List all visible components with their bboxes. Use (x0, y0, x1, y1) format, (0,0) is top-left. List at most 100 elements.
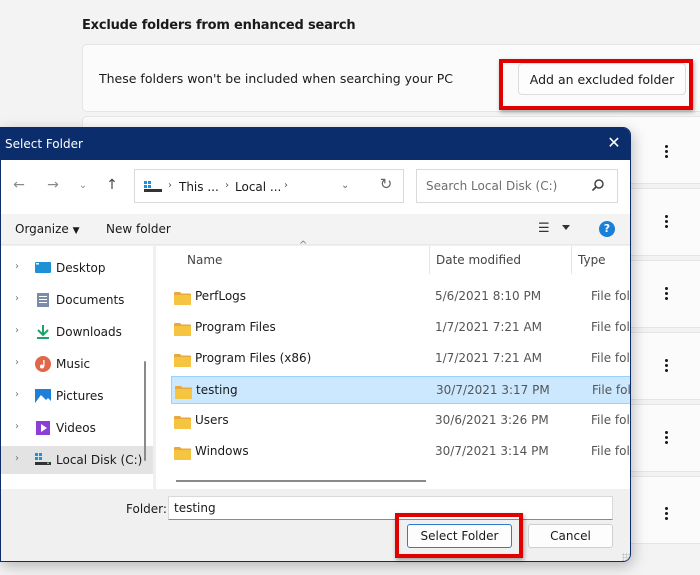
view-options-icon[interactable]: ☰ (538, 221, 550, 236)
column-header-name[interactable]: Name (156, 246, 429, 274)
nav-item-label: Desktop (56, 261, 106, 275)
nav-pane-scrollbar[interactable] (144, 361, 146, 461)
search-box (416, 169, 618, 203)
close-icon[interactable]: ✕ (604, 133, 624, 153)
file-type: File folder (591, 444, 630, 458)
kebab-vertical-icon[interactable] (663, 215, 669, 230)
folder-icon (174, 321, 191, 336)
nav-item-downloads[interactable]: › Downloads (1, 318, 153, 346)
kebab-vertical-icon[interactable] (663, 507, 669, 522)
file-name: Users (195, 413, 229, 427)
file-row[interactable]: testing 30/7/2021 3:17 PM File folder (171, 376, 631, 404)
section-title: Exclude folders from enhanced search (82, 18, 356, 33)
kebab-vertical-icon[interactable] (663, 431, 669, 446)
folder-icon (174, 290, 191, 305)
select-folder-dialog: Select Folder ✕ ← → ⌄ ↑ › This ... › Loc… (0, 127, 631, 562)
folder-name-input[interactable] (168, 496, 613, 520)
organize-label: Organize (15, 222, 69, 236)
file-type: File folder (592, 383, 631, 397)
resize-grip[interactable] (622, 553, 630, 561)
file-name: Program Files (x86) (195, 351, 312, 365)
command-toolbar: Organize ▼ New folder ☰ ? (1, 214, 630, 245)
file-name: testing (196, 383, 238, 397)
file-row[interactable]: PerfLogs 5/6/2021 8:10 PM File folder (171, 283, 630, 311)
videos-icon (35, 420, 51, 436)
refresh-icon[interactable]: ↻ (376, 175, 396, 193)
downloads-icon (35, 324, 51, 340)
navigation-bar: ← → ⌄ ↑ › This ... › Local ... › ⌄ ↻ (1, 160, 630, 214)
view-dropdown-icon[interactable] (562, 225, 570, 230)
chevron-down-icon[interactable]: ⌄ (73, 180, 93, 191)
file-date-modified: 1/7/2021 7:21 AM (435, 320, 543, 334)
folder-icon (175, 384, 192, 399)
kebab-vertical-icon[interactable] (663, 359, 669, 374)
kebab-vertical-icon[interactable] (663, 145, 669, 160)
address-bar[interactable]: › This ... › Local ... › ⌄ (134, 169, 404, 203)
nav-item-local-disk-c[interactable]: › Local Disk (C:) (1, 446, 153, 474)
dialog-footer: Folder: Select Folder Cancel (1, 491, 630, 561)
nav-item-music[interactable]: › Music (1, 350, 153, 378)
arrow-up-icon[interactable]: ↑ (102, 177, 122, 193)
folder-label: Folder: (126, 502, 167, 516)
file-name: PerfLogs (195, 289, 247, 303)
horizontal-scrollbar[interactable] (176, 480, 426, 482)
new-folder-button[interactable]: New folder (106, 222, 171, 236)
nav-item-videos[interactable]: › Videos (1, 414, 153, 442)
nav-item-label: Downloads (56, 325, 122, 339)
file-type: File folder (591, 320, 630, 334)
folder-icon (174, 445, 191, 460)
arrow-right-icon[interactable]: → (43, 177, 63, 193)
organize-menu[interactable]: Organize ▼ (15, 222, 80, 236)
chevron-right-icon[interactable]: › (15, 357, 19, 368)
chevron-right-icon[interactable]: › (15, 421, 19, 432)
search-icon[interactable] (591, 178, 605, 192)
card-description: These folders won't be included when sea… (99, 71, 453, 86)
file-name: Windows (195, 444, 249, 458)
nav-item-label: Documents (56, 293, 125, 307)
dialog-title: Select Folder (5, 137, 83, 151)
nav-item-documents[interactable]: › Documents (1, 286, 153, 314)
cancel-button[interactable]: Cancel (528, 524, 613, 548)
breadcrumb-separator: › (284, 180, 288, 191)
chevron-right-icon[interactable]: › (15, 453, 19, 464)
nav-item-desktop[interactable]: › Desktop (1, 254, 153, 282)
chevron-right-icon[interactable]: › (15, 261, 19, 272)
file-date-modified: 30/7/2021 3:14 PM (435, 444, 549, 458)
this-pc-icon (144, 181, 162, 192)
column-header-date-modified[interactable]: Date modified (429, 246, 571, 274)
file-row[interactable]: Program Files (x86) 1/7/2021 7:21 AM Fil… (171, 345, 630, 373)
column-header-type[interactable]: Type (571, 246, 630, 274)
breadcrumb-this-pc[interactable]: This ... (179, 180, 219, 194)
arrow-left-icon[interactable]: ← (9, 177, 29, 193)
chevron-right-icon[interactable]: › (15, 389, 19, 400)
highlight-select-folder-button (395, 513, 523, 558)
help-icon[interactable]: ? (599, 221, 615, 237)
caret-down-icon: ▼ (72, 226, 80, 236)
dialog-body: › Desktop › Documents › Downloads › Music › … (1, 240, 631, 491)
chevron-right-icon[interactable]: › (15, 325, 19, 336)
chevron-down-icon[interactable]: ⌄ (341, 180, 349, 191)
file-date-modified: 5/6/2021 8:10 PM (435, 289, 542, 303)
file-type: File folder (591, 413, 630, 427)
dialog-titlebar: Select Folder ✕ (1, 128, 630, 160)
file-row[interactable]: Program Files 1/7/2021 7:21 AM File fold… (171, 314, 630, 342)
search-input[interactable] (426, 179, 586, 193)
desktop-icon (35, 260, 51, 276)
local-disk-icon (35, 452, 51, 468)
file-row[interactable]: Users 30/6/2021 3:26 PM File folder (171, 407, 630, 435)
pictures-icon (35, 388, 51, 404)
chevron-right-icon[interactable]: › (15, 293, 19, 304)
file-date-modified: 1/7/2021 7:21 AM (435, 351, 543, 365)
nav-item-label: Music (56, 357, 91, 371)
breadcrumb-local-disk[interactable]: Local ... (235, 180, 281, 194)
breadcrumb-separator: › (225, 180, 229, 191)
kebab-vertical-icon[interactable] (663, 287, 669, 302)
file-list: ^ Name Date modified Type PerfLogs 5/6/2… (156, 240, 631, 489)
file-row[interactable]: Windows 30/7/2021 3:14 PM File folder (171, 438, 630, 466)
file-date-modified: 30/6/2021 3:26 PM (435, 413, 549, 427)
highlight-add-button (499, 59, 693, 110)
documents-icon (35, 292, 51, 308)
music-icon (35, 356, 51, 372)
breadcrumb-separator: › (168, 180, 172, 191)
nav-item-pictures[interactable]: › Pictures (1, 382, 153, 410)
